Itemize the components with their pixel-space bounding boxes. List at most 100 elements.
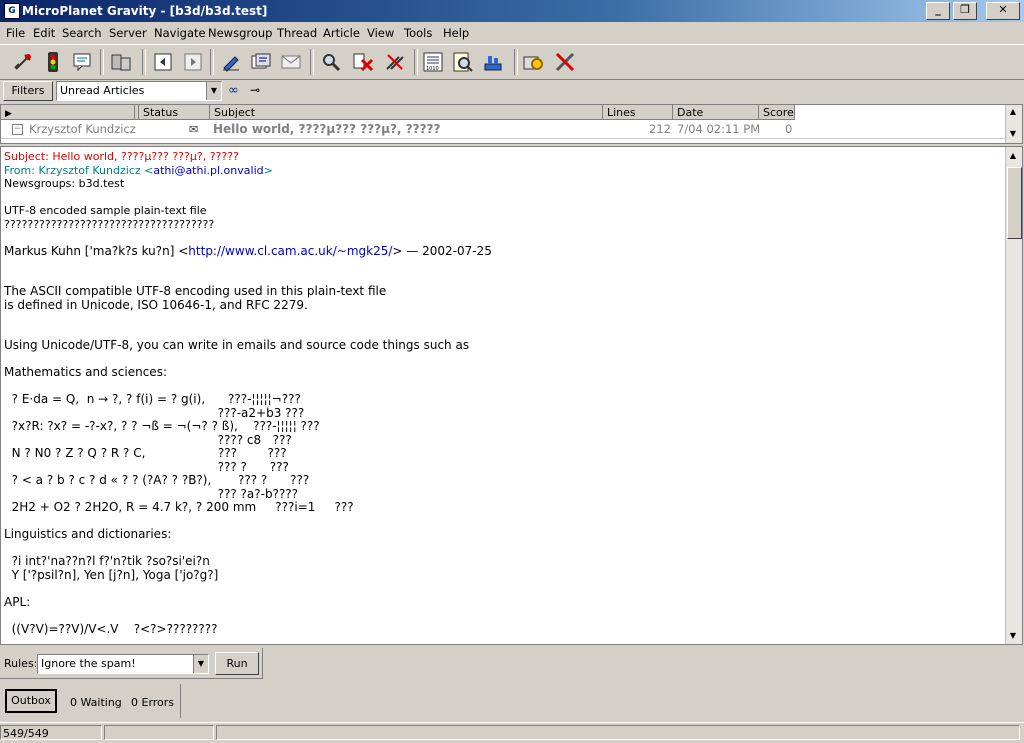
- menu-edit[interactable]: Edit: [33, 26, 55, 40]
- column-header-thread[interactable]: ▶: [1, 105, 135, 120]
- next-icon[interactable]: [180, 50, 206, 74]
- delete-icon[interactable]: [350, 50, 376, 74]
- tools-icon[interactable]: [552, 50, 578, 74]
- message-newsgroups: Newsgroups: b3d.test: [4, 177, 125, 190]
- message-line: ????????????????????????????????????: [4, 217, 215, 231]
- message-line: APL:: [4, 594, 31, 609]
- envelope-icon: ✉: [189, 123, 199, 136]
- menu-view[interactable]: View: [367, 26, 394, 40]
- column-header-status[interactable]: Status: [139, 105, 210, 120]
- filter-icon[interactable]: [480, 50, 506, 74]
- newsgroups-icon[interactable]: [248, 50, 274, 74]
- message-line: Using Unicode/UTF-8, you can write in em…: [4, 338, 470, 352]
- author-url-link[interactable]: http://www.cl.cam.ac.uk/~mgk25/: [188, 244, 392, 258]
- minimize-button[interactable]: _: [926, 2, 950, 20]
- article-score: 0: [785, 122, 793, 136]
- menu-newsgroup[interactable]: Newsgroup: [208, 26, 272, 40]
- message-line: ((V?V)=??V)/V<.V ?<?>????????: [4, 621, 218, 636]
- article-row[interactable]: − Krzysztof Kundzicz ✉ Hello world, ????…: [1, 122, 1005, 137]
- outbox-errors: 0 Errors: [131, 696, 175, 709]
- column-header-lines[interactable]: Lines: [603, 105, 673, 120]
- author-line: Markus Kuhn ['ma?k?s ku?n] <http://www.c…: [4, 243, 492, 258]
- message-line: is defined in Unicode, ISO 10646-1, and …: [4, 297, 308, 312]
- message-line: [4, 609, 1002, 623]
- app-icon[interactable]: G: [4, 3, 20, 19]
- message-line: [4, 326, 1002, 340]
- traffic-light-icon[interactable]: [40, 50, 66, 74]
- pin-icon[interactable]: ⊸: [250, 83, 260, 97]
- menu-thread[interactable]: Thread: [277, 26, 317, 40]
- rules-select-value: Ignore the spam!: [41, 657, 136, 670]
- list-scrollbar[interactable]: ▲ ▼: [1005, 105, 1022, 143]
- menu-navigate[interactable]: Navigate: [154, 26, 206, 40]
- link-icon[interactable]: ∞: [228, 83, 239, 98]
- message-from: From: Krzysztof Kundzicz <athi@athi.pl.o…: [4, 163, 273, 177]
- search-icon[interactable]: [318, 50, 344, 74]
- message-line: ??? ?a?-b????: [4, 486, 299, 501]
- title-bar[interactable]: G MicroPlanet Gravity - [b3d/b3d.test] _…: [0, 0, 1024, 22]
- close-button[interactable]: ✕: [986, 2, 1020, 20]
- outbox-button[interactable]: Outbox: [5, 689, 57, 713]
- mail-icon[interactable]: [278, 50, 304, 74]
- menu-article[interactable]: Article: [323, 26, 360, 40]
- message-line: Mathematics and sciences:: [4, 365, 167, 379]
- menu-server[interactable]: Server: [109, 26, 147, 40]
- run-button[interactable]: Run: [215, 652, 259, 675]
- menu-search[interactable]: Search: [62, 26, 102, 40]
- status-cell-2: [104, 725, 214, 740]
- options-icon[interactable]: [520, 50, 546, 74]
- rules-select[interactable]: Ignore the spam! ▼: [37, 654, 209, 674]
- toolbar: 1010: [0, 44, 1024, 80]
- message-line: ? < a ? b ? c ? d « ? ? (?A? ? ?B?), ???…: [4, 473, 310, 487]
- post-icon[interactable]: [70, 50, 96, 74]
- prev-icon[interactable]: [150, 50, 176, 74]
- column-header-score[interactable]: Score: [759, 105, 795, 120]
- svg-text:1010: 1010: [426, 66, 439, 72]
- column-header-date[interactable]: Date: [673, 105, 759, 120]
- scroll-down-icon[interactable]: ▼: [1006, 629, 1020, 643]
- message-line: [4, 582, 1002, 596]
- message-pane[interactable]: Subject: Hello world, ????μ??? ???μ?, ??…: [0, 146, 1023, 645]
- message-line: [4, 515, 1002, 529]
- message-line: The ASCII compatible UTF-8 encoding used…: [4, 284, 387, 298]
- message-line: UTF-8 encoded sample plain-text file: [4, 204, 207, 217]
- message-line: ?x?R: ?x? = -?-x?, ? ? ¬ß = ¬(¬? ? ß), ?…: [4, 419, 320, 433]
- message-line: Y ['?psil?n], Yen [j?n], Yoga ['jo?g?]: [4, 567, 219, 582]
- scroll-down-icon[interactable]: ▼: [1006, 127, 1020, 141]
- tag-icon[interactable]: [382, 50, 408, 74]
- message-line: [4, 191, 1002, 205]
- message-line: ??? ? ???: [4, 459, 289, 474]
- restore-button[interactable]: ❐: [953, 2, 977, 20]
- article-lines: 212: [649, 122, 671, 136]
- message-line: ? E·da = Q, n → ?, ? f(i) = ? g(i), ???-…: [4, 392, 301, 406]
- menu-tools[interactable]: Tools: [404, 26, 432, 40]
- sign-icon[interactable]: [218, 50, 244, 74]
- message-scrollbar[interactable]: ▲ ▼: [1005, 147, 1022, 644]
- message-line: Linguistics and dictionaries:: [4, 527, 172, 541]
- chevron-down-icon[interactable]: ▼: [206, 82, 221, 100]
- message-content: The ASCII compatible UTF-8 encoding used…: [4, 258, 1002, 636]
- inspect-icon[interactable]: [450, 50, 476, 74]
- filters-button[interactable]: Filters: [3, 81, 53, 101]
- collapse-icon[interactable]: −: [12, 124, 23, 135]
- article-date: 7/04 02:11 PM: [677, 122, 761, 136]
- scroll-up-icon[interactable]: ▲: [1006, 149, 1020, 163]
- column-header-subject[interactable]: Subject: [210, 105, 603, 120]
- from-email-link[interactable]: athi@athi.pl.onvalid: [153, 164, 263, 177]
- message-line: 2H2 + O2 ? 2H2O, R = 4.7 k?, ? 200 mm ??…: [4, 500, 354, 514]
- message-line: [4, 542, 1002, 556]
- menu-file[interactable]: File: [6, 26, 25, 40]
- scroll-up-icon[interactable]: ▲: [1006, 105, 1020, 119]
- servers-icon[interactable]: [108, 50, 134, 74]
- chevron-down-icon[interactable]: ▼: [193, 655, 208, 673]
- article-list[interactable]: ▶ Status Subject Lines Date Score − Krzy…: [0, 104, 1023, 144]
- menu-help[interactable]: Help: [443, 26, 469, 40]
- connect-icon[interactable]: [10, 50, 36, 74]
- scroll-thumb[interactable]: [1007, 167, 1022, 239]
- binary-icon[interactable]: 1010: [420, 50, 446, 74]
- filter-select[interactable]: Unread Articles ▼: [56, 81, 222, 101]
- message-intro: UTF-8 encoded sample plain-text file????…: [4, 191, 1002, 245]
- window-title: MicroPlanet Gravity - [b3d/b3d.test]: [22, 4, 268, 18]
- message-line: [4, 272, 1002, 286]
- message-body: Subject: Hello world, ????μ??? ???μ?, ??…: [4, 150, 1002, 636]
